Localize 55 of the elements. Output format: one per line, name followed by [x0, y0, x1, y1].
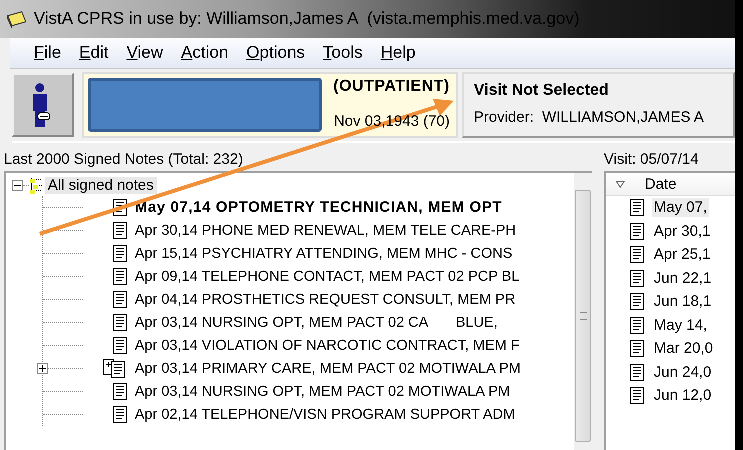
visit-item[interactable]: May 07, — [652, 198, 710, 218]
document-icon — [630, 246, 644, 264]
document-icon — [113, 291, 127, 308]
menu-item[interactable]: Help — [380, 43, 416, 63]
note-item[interactable]: Apr 15,14 PSYCHIATRY ATTENDING, MEM MHC - CONS — [135, 246, 513, 262]
menu-item[interactable]: Action — [181, 43, 229, 63]
note-item[interactable]: Apr 09,14 TELEPHONE CONTACT, MEM PACT 02 PCP BL — [135, 268, 520, 284]
note-item[interactable]: Apr 03,14 PRIMARY CARE, MEM PACT 02 MOTIWALA PM — [135, 360, 521, 376]
tree-root-item[interactable]: All signed notes — [45, 177, 157, 194]
visit-item[interactable]: May 14, — [652, 316, 710, 335]
menu-item[interactable]: Options — [246, 43, 306, 63]
note-item[interactable]: Apr 03,14 NURSING OPT, MEM PACT 02 MOTIWALA PM — [135, 384, 510, 400]
visit-item[interactable]: Mar 20,0 — [652, 339, 716, 358]
document-icon — [630, 293, 644, 310]
menu-item[interactable]: File — [34, 43, 62, 63]
notes-heading: Last 2000 Signed Notes (Total: 232) — [4, 151, 244, 170]
visit-item[interactable]: Jun 12,0 — [652, 386, 714, 406]
visit-item[interactable]: Apr 30,1 — [652, 222, 713, 241]
note-item[interactable]: Apr 30,14 PHONE MED RENEWAL, MEM TELE CARE-PH — [135, 222, 516, 238]
document-icon — [630, 222, 644, 240]
document-icon — [113, 222, 127, 239]
documents-icon — [103, 359, 127, 378]
document-icon — [630, 387, 644, 404]
document-icon — [113, 245, 127, 262]
document-icon — [113, 268, 127, 285]
visit-button[interactable]: Visit Not Selected Provider: WILLIAMSON,JAMES A — [462, 72, 735, 138]
visit-item[interactable]: Apr 25,1 — [652, 245, 713, 264]
visit-item[interactable]: Jun 18,1 — [652, 292, 714, 312]
document-icon — [113, 337, 127, 354]
visit-heading: Visit: 05/07/14 — [604, 151, 700, 170]
note-item[interactable]: Apr 03,14 NURSING OPT, MEM PACT 02 CA BLUE, — [135, 314, 498, 330]
document-icon — [630, 340, 644, 358]
document-icon — [113, 406, 127, 423]
sort-icon — [616, 180, 625, 188]
menu-item[interactable]: View — [126, 43, 164, 63]
collapse-icon[interactable] — [12, 180, 23, 191]
folder-tree-icon — [29, 176, 43, 194]
visit-item[interactable]: Jun 24,0 — [652, 362, 714, 382]
document-icon — [630, 316, 644, 334]
document-icon — [630, 364, 644, 381]
menu-item[interactable]: Tools — [323, 43, 363, 63]
document-icon — [113, 314, 127, 331]
note-item[interactable]: Apr 04,14 PROSTHETICS REQUEST CONSULT, MEM PR — [135, 292, 516, 308]
note-item[interactable]: Apr 02,14 TELEPHONE/VISN PROGRAM SUPPORT ADM — [135, 406, 516, 422]
scrollbar[interactable] — [574, 173, 592, 450]
document-icon — [113, 383, 127, 400]
notepad-icon — [6, 10, 28, 28]
note-item[interactable]: Apr 03,14 VIOLATION OF NARCOTIC CONTRACT, MEM F — [135, 338, 520, 354]
document-icon — [630, 199, 644, 216]
menu-item[interactable]: Edit — [79, 43, 109, 63]
visit-item[interactable]: Jun 22,1 — [652, 268, 714, 288]
expand-icon[interactable] — [37, 362, 48, 374]
patient-button[interactable] — [12, 73, 74, 137]
patient-location: (OUTPATIENT) — [334, 78, 450, 96]
document-icon — [630, 270, 644, 287]
